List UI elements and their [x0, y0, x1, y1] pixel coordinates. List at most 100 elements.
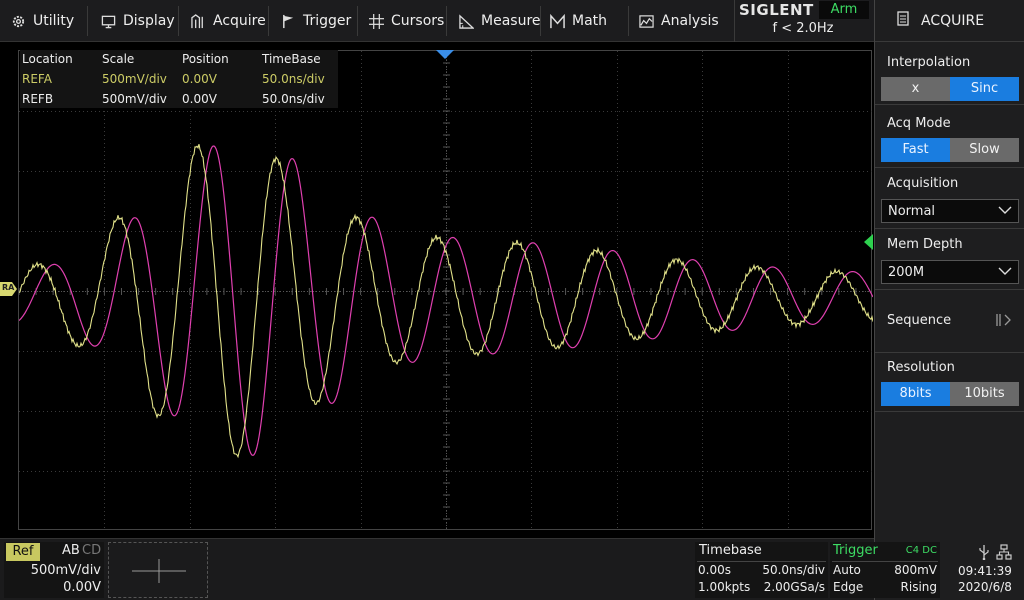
monitor-icon: [100, 13, 116, 29]
trigger-level: 800mV: [894, 563, 937, 577]
header-position: Position: [182, 52, 229, 66]
menu-analysis[interactable]: Analysis: [638, 0, 719, 42]
trigger-source: C4 DC: [905, 545, 937, 556]
menu-acquire[interactable]: Acquire: [190, 0, 266, 42]
menu-cursors[interactable]: Cursors: [368, 0, 444, 42]
add-channel-button[interactable]: [108, 542, 208, 598]
refb-scale: 500mV/div: [102, 92, 167, 106]
acq-mode-option-slow[interactable]: Slow: [950, 138, 1019, 162]
ref-table-row-refa: REFA 500mV/div 0.00V 50.0ns/div: [20, 70, 338, 90]
ref-letters-active: AB: [62, 543, 80, 558]
timebase-delay: 0.00s: [698, 563, 731, 577]
top-menu-bar: Utility Display Acquire Trigger Cursors …: [0, 0, 874, 42]
sequence-button[interactable]: Sequence: [875, 291, 1024, 353]
status-bar: Ref AB CD 500mV/div 0.00V Timebase 0.00s…: [0, 538, 1012, 600]
menu-measure-label: Measure: [481, 13, 541, 29]
clock-time: 09:41:39: [958, 564, 1012, 578]
menu-trigger[interactable]: Trigger: [280, 0, 351, 42]
interpolation-toggle: x Sinc: [881, 77, 1019, 101]
menu-trigger-label: Trigger: [303, 13, 352, 29]
resolution-option-8bits[interactable]: 8bits: [881, 382, 950, 406]
waveform-canvas: [18, 50, 874, 531]
resolution-label: Resolution: [887, 360, 955, 375]
chevron-down-icon: [998, 204, 1012, 219]
acquire-icon: [190, 13, 206, 29]
plus-icon: [132, 559, 186, 587]
menu-acquire-label: Acquire: [213, 13, 266, 29]
ref-channel-box[interactable]: Ref AB CD 500mV/div 0.00V: [4, 542, 104, 598]
run-status-badge[interactable]: Arm: [819, 1, 869, 19]
trigger-box[interactable]: Trigger C4 DC Auto 800mV Edge Rising: [830, 542, 940, 598]
header-timebase: TimeBase: [262, 52, 321, 66]
resolution-option-10bits[interactable]: 10bits: [950, 382, 1019, 406]
crosshair-icon: [368, 13, 384, 29]
refb-position: 0.00V: [182, 92, 217, 106]
resolution-section: Resolution 8bits 10bits: [875, 354, 1024, 412]
clock-date: 2020/6/8: [958, 580, 1012, 594]
timebase-points: 1.00kpts: [698, 580, 751, 594]
ref-tag: Ref: [6, 543, 40, 561]
flag-icon: [280, 13, 296, 29]
menu-utility[interactable]: Utility: [10, 0, 74, 42]
acq-mode-label: Acq Mode: [887, 116, 951, 131]
ref-scale: 500mV/div: [30, 563, 101, 578]
trigger-position-marker[interactable]: [435, 49, 455, 61]
acquisition-label: Acquisition: [887, 176, 959, 191]
refb-timebase: 50.0ns/div: [262, 92, 325, 106]
trigger-mode: Auto: [833, 563, 861, 577]
interpolation-label: Interpolation: [887, 55, 971, 70]
menu-analysis-label: Analysis: [661, 13, 719, 29]
sequence-arrow-icon: [995, 313, 1013, 331]
panel-header: ACQUIRE: [875, 0, 1024, 42]
analysis-icon: [638, 13, 654, 29]
ref-letters-inactive: CD: [82, 543, 102, 558]
timebase-title: Timebase: [699, 543, 762, 558]
mem-depth-section: Mem Depth 200M: [875, 230, 1024, 290]
resolution-toggle: 8bits 10bits: [881, 382, 1019, 406]
ref-offset: 0.00V: [63, 580, 101, 595]
menu-math[interactable]: Math: [549, 0, 607, 42]
timebase-rate: 2.00GSa/s: [763, 580, 825, 594]
ref-table-row-refb: REFB 500mV/div 0.00V 50.0ns/div: [20, 90, 338, 110]
menu-math-label: Math: [572, 13, 608, 29]
acquisition-section: Acquisition Normal: [875, 169, 1024, 229]
acquire-panel: ACQUIRE Interpolation x Sinc Acq Mode Fa…: [874, 0, 1024, 600]
mem-depth-label: Mem Depth: [887, 237, 963, 252]
ruler-icon: [458, 13, 474, 29]
usb-icon: [978, 544, 990, 564]
sequence-label: Sequence: [887, 313, 952, 328]
menu-cursors-label: Cursors: [391, 13, 445, 29]
ref-a-level-marker[interactable]: RA: [0, 282, 18, 296]
gear-icon: [10, 13, 26, 29]
refa-location: REFA: [22, 72, 52, 86]
math-m-icon: [549, 13, 565, 29]
system-status-box: 09:41:39 2020/6/8: [944, 542, 1022, 598]
panel-title: ACQUIRE: [921, 12, 985, 29]
interpolation-section: Interpolation x Sinc: [875, 43, 1024, 105]
acq-mode-option-fast[interactable]: Fast: [881, 138, 950, 162]
menu-utility-label: Utility: [33, 13, 75, 29]
timebase-scale: 50.0ns/div: [762, 563, 825, 577]
refa-scale: 500mV/div: [102, 72, 167, 86]
acquisition-dropdown[interactable]: Normal: [881, 199, 1019, 223]
ref-table-header: Location Scale Position TimeBase: [20, 50, 338, 70]
trigger-level-marker[interactable]: [863, 234, 874, 250]
mem-depth-dropdown[interactable]: 200M: [881, 260, 1019, 284]
timebase-box[interactable]: Timebase 0.00s 50.0ns/div 1.00kpts 2.00G…: [695, 542, 828, 598]
menu-display[interactable]: Display: [100, 0, 175, 42]
interpolation-option-sinc[interactable]: Sinc: [950, 77, 1019, 101]
menu-display-label: Display: [123, 13, 175, 29]
interpolation-option-x[interactable]: x: [881, 77, 950, 101]
trigger-slope: Rising: [900, 580, 937, 594]
mem-depth-value: 200M: [888, 264, 925, 280]
waveform-display[interactable]: [18, 50, 874, 531]
network-icon: [996, 544, 1012, 564]
acq-mode-toggle: Fast Slow: [881, 138, 1019, 162]
trigger-frequency-readout: f < 2.0Hz: [772, 21, 834, 36]
siglent-logo: SIGLENT: [739, 1, 814, 19]
acq-mode-section: Acq Mode Fast Slow: [875, 106, 1024, 168]
menu-measure[interactable]: Measure: [458, 0, 541, 42]
chevron-down-icon: [998, 265, 1012, 280]
header-location: Location: [22, 52, 73, 66]
header-scale: Scale: [102, 52, 135, 66]
